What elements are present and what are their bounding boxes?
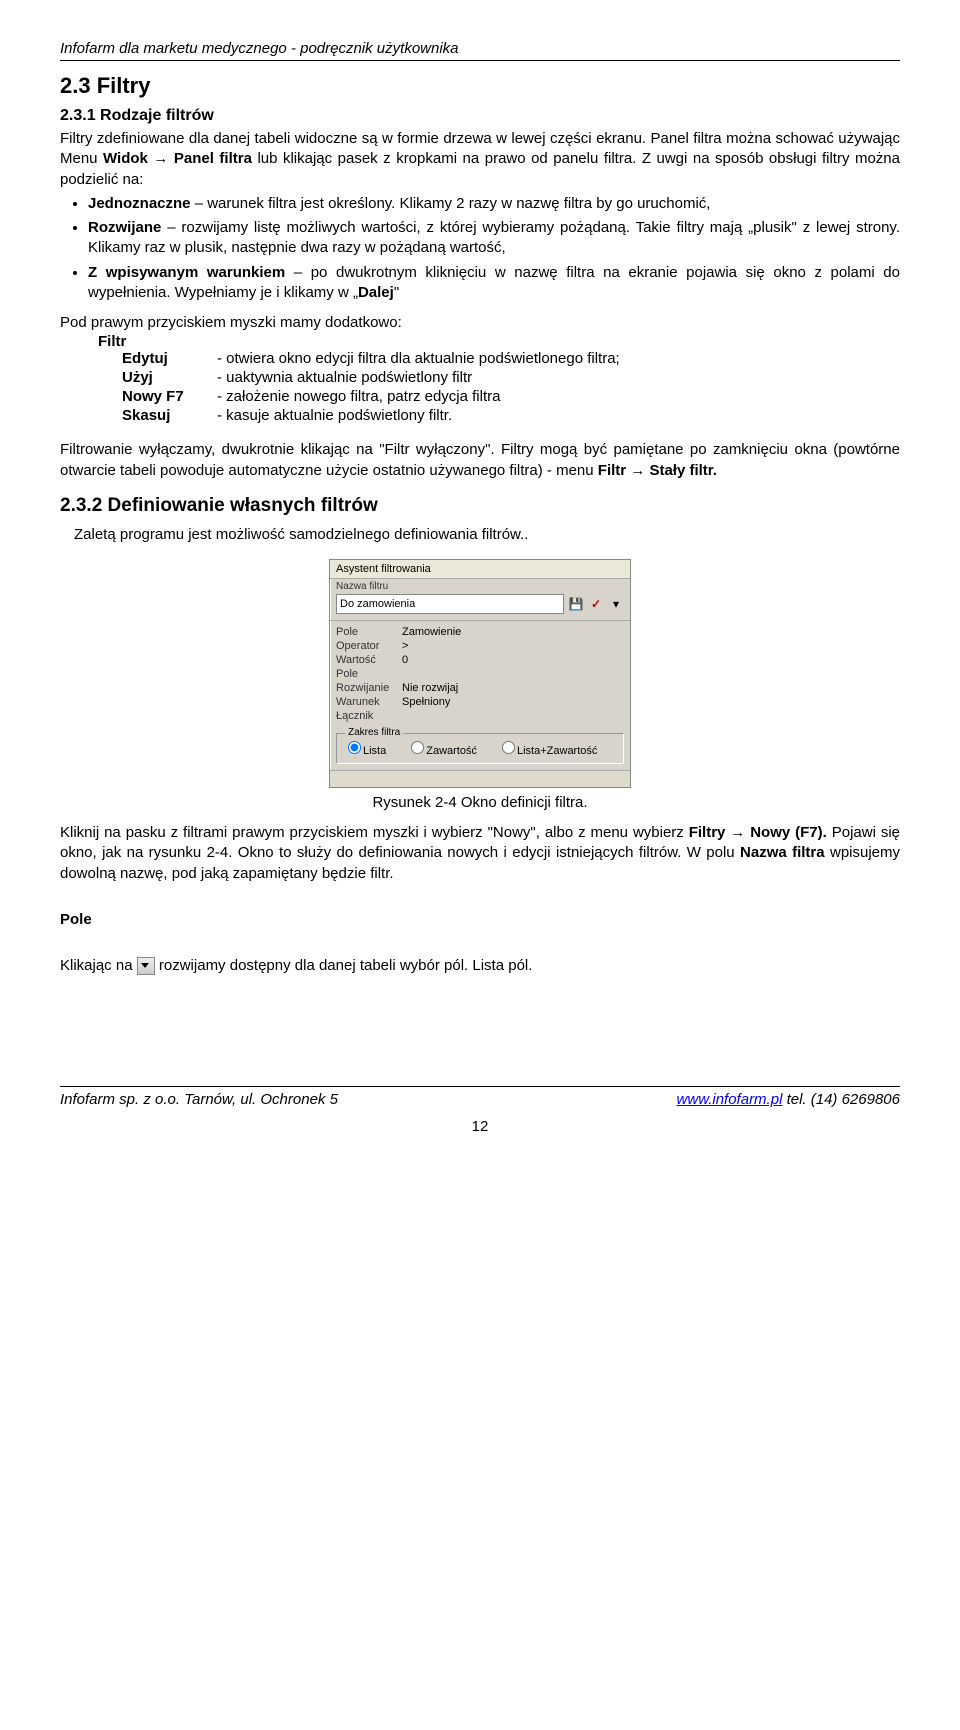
paragraph-filter-off: Filtrowanie wyłączamy, dwukrotnie klikaj… [60,440,900,481]
menu-nowy: Nowy F7 [122,388,217,405]
p5-menu-path: Filtry → Nowy (F7). [689,824,827,841]
dalej-label: Dalej [358,284,394,301]
desc-jednoznaczne: – warunek filtra jest określony. Klikamy… [191,195,711,212]
p3-a: Filtrowanie wyłączamy, dwukrotnie klikaj… [60,441,900,478]
desc-zwpis-b: " [394,284,399,301]
row-val[interactable]: Nie rozwijaj [402,682,624,694]
page-number: 12 [60,1118,900,1135]
zakres-legend: Zakres filtra [345,727,403,738]
filtr-label: Filtr [98,333,900,350]
term-rozwijane: Rozwijane [88,219,161,236]
paragraph-after-figure: Kliknij na pasku z filtrami prawym przyc… [60,823,900,884]
context-menu-intro: Pod prawym przyciskiem myszki mamy dodat… [60,313,900,333]
menu-edytuj: Edytuj [122,350,217,367]
p3-menu-path: Filtr → Stały filtr. [598,462,717,479]
doc-header: Infofarm dla marketu medycznego - podręc… [60,40,900,61]
menu-edytuj-desc: - otwiera okno edycji filtra dla aktualn… [217,350,900,367]
dialog-footer-space [330,770,630,787]
row-lbl: Wartość [336,654,402,666]
row-lbl: Warunek [336,696,402,708]
radio-zawartosc[interactable]: Zawartość [406,738,477,757]
footer-tel: tel. (14) 6269806 [782,1091,900,1108]
footer-link[interactable]: www.infofarm.pl [677,1091,783,1108]
nazwa-filtru-label: Nazwa filtru [330,579,630,592]
row-lbl: Łącznik [336,710,402,722]
row-lbl: Pole [336,668,402,680]
row-val[interactable]: > [402,640,624,652]
zakres-filtra-group: Zakres filtra Lista Zawartość Lista+Zawa… [336,733,624,764]
menu-nowy-desc: - założenie nowego filtra, patrz edycja … [217,388,900,405]
context-menu-block: Filtr Edytuj- otwiera okno edycji filtra… [98,333,900,424]
menu-skasuj-desc: - kasuje aktualnie podświetlony filtr. [217,407,900,424]
row-lbl: Rozwijanie [336,682,402,694]
dropdown-button-icon[interactable] [137,957,155,975]
term-zwpisywanym: Z wpisywanym warunkiem [88,264,285,281]
pole-heading: Pole [60,910,900,930]
filter-types-list: Jednoznaczne – warunek filtra jest okreś… [88,194,900,303]
row-val[interactable] [402,668,624,680]
radio-zaw-label: Zawartość [426,745,477,757]
nazwa-filtru-input[interactable] [336,594,564,614]
save-icon[interactable]: 💾 [568,596,584,612]
filter-dialog-mock: Asystent filtrowania Nazwa filtru 💾 ✓ ▾ … [329,559,631,788]
footer-left: Infofarm sp. z o.o. Tarnów, ul. Ochronek… [60,1091,338,1108]
paragraph-own-filters: Zaletą programu jest możliwość samodziel… [74,525,900,545]
paragraph-pole: Klikając na rozwijamy dostępny dla danej… [60,956,900,976]
row-val[interactable] [402,710,624,722]
dropdown-icon[interactable]: ▾ [608,596,624,612]
row-lbl: Pole [336,626,402,638]
list-item: Rozwijane – rozwijamy listę możliwych wa… [88,218,900,259]
footer-right: www.infofarm.pl tel. (14) 6269806 [677,1091,900,1108]
radio-lista-label: Lista [363,745,386,757]
para1-menu-path: Widok → Panel filtra [103,150,252,167]
p6-a: Klikając na [60,957,137,974]
term-jednoznaczne: Jednoznaczne [88,195,191,212]
section-2-3-title: 2.3 Filtry [60,73,900,99]
radio-lz-label: Lista+Zawartość [517,745,597,757]
menu-uzyj-desc: - uaktywnia aktualnie podświetlony filtr [217,369,900,386]
list-item: Z wpisywanym warunkiem – po dwukrotnym k… [88,263,900,304]
p6-b: rozwijamy dostępny dla danej tabeli wybó… [155,957,533,974]
p5-nazwa-filtra: Nazwa filtra [740,844,825,861]
menu-skasuj: Skasuj [122,407,217,424]
desc-rozwijane: – rozwijamy listę możliwych wartości, z … [88,219,900,256]
paragraph-intro: Filtry zdefiniowane dla danej tabeli wid… [60,129,900,190]
p5-a: Kliknij na pasku z filtrami prawym przyc… [60,824,689,841]
dialog-titlebar: Asystent filtrowania [330,560,630,579]
check-icon[interactable]: ✓ [588,596,604,612]
list-item: Jednoznaczne – warunek filtra jest okreś… [88,194,900,214]
row-val[interactable]: 0 [402,654,624,666]
row-val[interactable]: Zamowienie [402,626,624,638]
radio-lista[interactable]: Lista [343,738,386,757]
section-2-3-2-title: 2.3.2 Definiowanie własnych filtrów [60,495,900,517]
figure-caption: Rysunek 2-4 Okno definicji filtra. [60,794,900,811]
page-footer: Infofarm sp. z o.o. Tarnów, ul. Ochronek… [60,1086,900,1108]
menu-uzyj: Użyj [122,369,217,386]
row-lbl: Operator [336,640,402,652]
figure-2-4: Asystent filtrowania Nazwa filtru 💾 ✓ ▾ … [60,559,900,811]
radio-lista-zaw[interactable]: Lista+Zawartość [497,738,597,757]
fields-area: PoleZamowienie Operator> Wartość0 Pole R… [330,620,630,727]
section-2-3-1-title: 2.3.1 Rodzaje filtrów [60,107,900,125]
row-val[interactable]: Spełniony [402,696,624,708]
